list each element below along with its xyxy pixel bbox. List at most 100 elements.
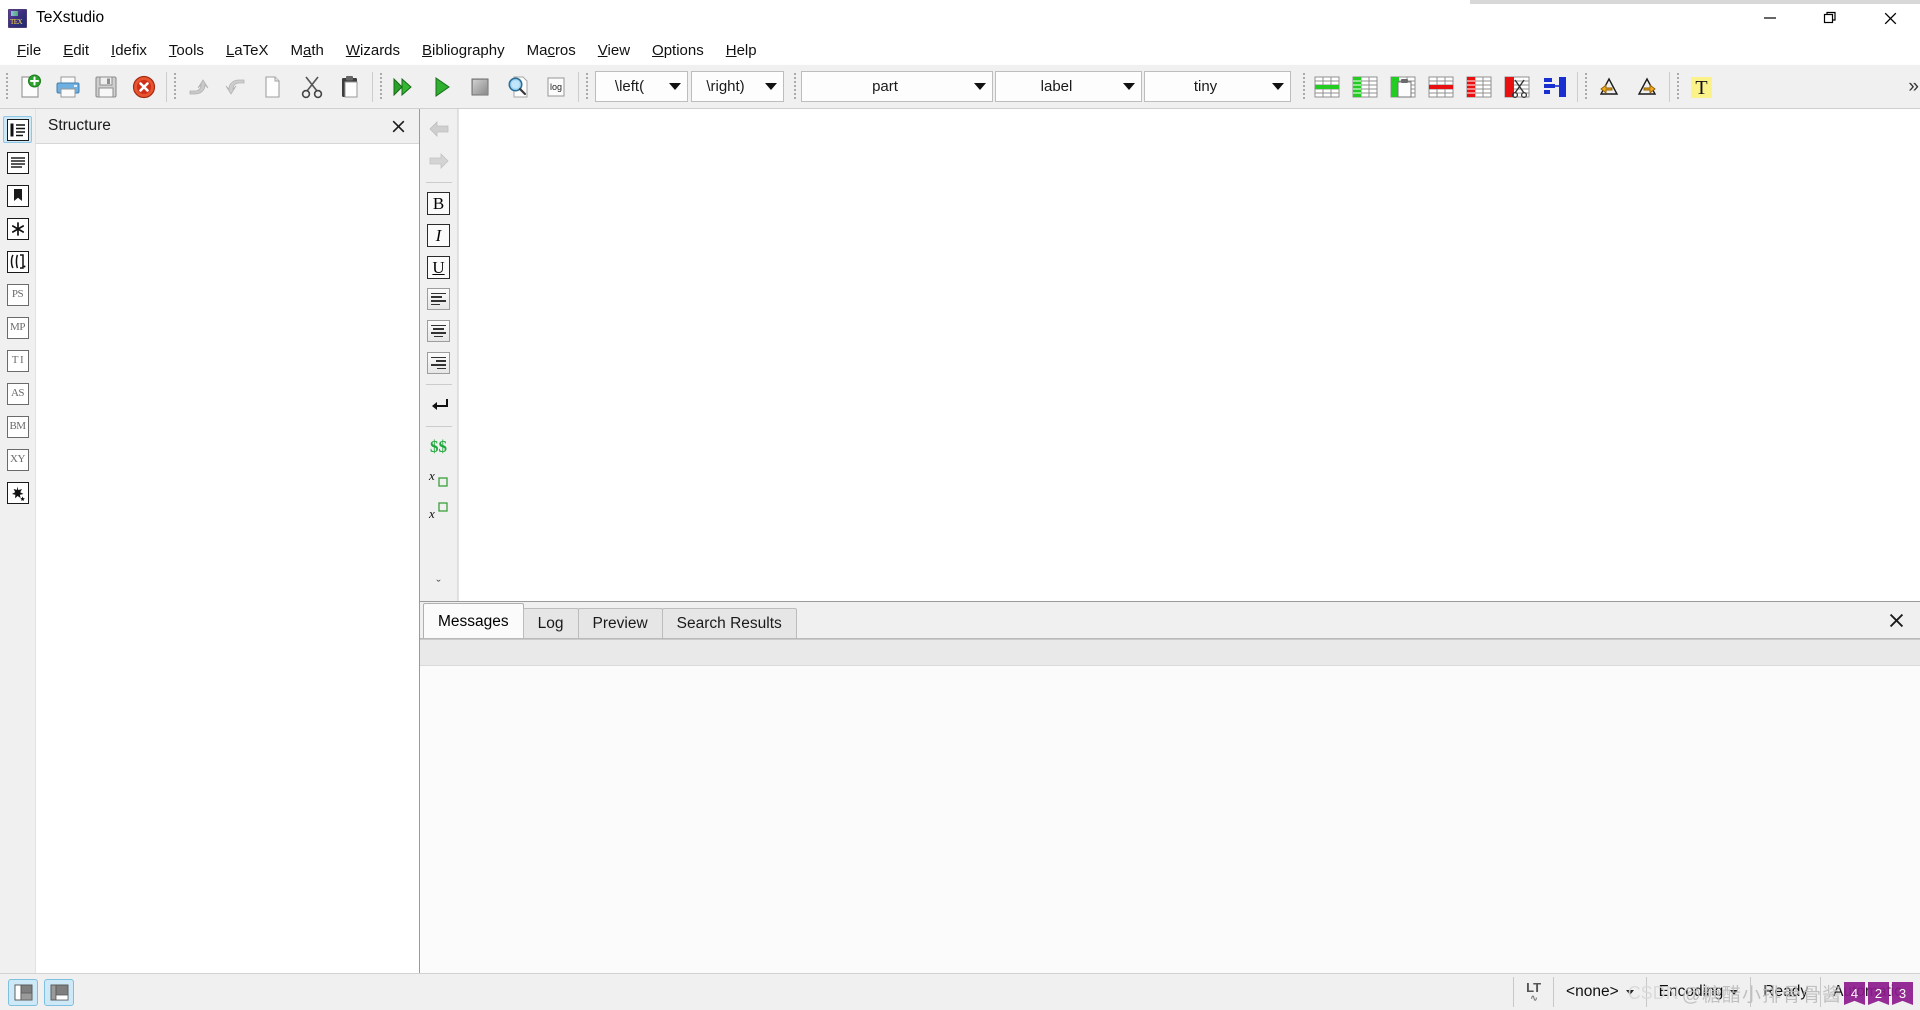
- menu-view[interactable]: View: [587, 39, 641, 62]
- paste-button[interactable]: [331, 68, 369, 106]
- menu-tools[interactable]: Tools: [158, 39, 215, 62]
- align-center-button[interactable]: [424, 316, 454, 346]
- toolbar-grip-math[interactable]: [582, 70, 591, 103]
- label-combo[interactable]: label: [995, 71, 1142, 102]
- sidebar-mp-symbols[interactable]: MP: [3, 314, 32, 341]
- chevron-down-icon[interactable]: [663, 83, 687, 90]
- right-bracket-combo[interactable]: \right): [691, 71, 784, 102]
- status-spellcheck-language[interactable]: <none>: [1553, 977, 1646, 1007]
- insert-table-row-button[interactable]: [1308, 68, 1346, 106]
- languagetool-wave: ∿: [1530, 993, 1537, 1003]
- menu-edit[interactable]: Edit: [52, 39, 100, 62]
- menu-idefix[interactable]: Idefix: [100, 39, 158, 62]
- sidebar-xy-symbols[interactable]: XY: [3, 446, 32, 473]
- menu-math[interactable]: Math: [279, 39, 334, 62]
- toolbar-overflow-button[interactable]: »: [1908, 76, 1918, 98]
- toolbar-grip-edit[interactable]: [170, 70, 179, 103]
- insert-newline-button[interactable]: [424, 390, 454, 420]
- toolbar-grip-struct[interactable]: [790, 70, 799, 103]
- message-panel-close-button[interactable]: [1887, 611, 1906, 635]
- menu-help[interactable]: Help: [715, 39, 768, 62]
- tab-preview[interactable]: Preview: [577, 608, 663, 639]
- sidebar-bookmarks-view[interactable]: [3, 182, 32, 209]
- underline-button[interactable]: U: [424, 252, 454, 282]
- toolbar-grip-delta[interactable]: [1581, 70, 1590, 103]
- sidebar-brackets-view[interactable]: [3, 248, 32, 275]
- menu-options[interactable]: Options: [641, 39, 715, 62]
- chevron-down-icon[interactable]: [968, 83, 992, 90]
- text-highlight-button[interactable]: T: [1682, 68, 1720, 106]
- toolbar-grip-table[interactable]: [1299, 70, 1308, 103]
- undo-button[interactable]: [179, 68, 217, 106]
- close-document-button[interactable]: [125, 68, 163, 106]
- restore-button[interactable]: [1800, 0, 1860, 36]
- sidebar-ti-symbols[interactable]: T I: [3, 347, 32, 374]
- section-level-combo[interactable]: part: [801, 71, 993, 102]
- sidebar-favorite-symbols[interactable]: [3, 479, 32, 506]
- redo-button[interactable]: [217, 68, 255, 106]
- close-button[interactable]: [1860, 0, 1920, 36]
- minimize-button[interactable]: [1740, 0, 1800, 36]
- save-button[interactable]: [87, 68, 125, 106]
- menu-file[interactable]: File: [6, 39, 52, 62]
- sidebar-ps-symbols[interactable]: PS: [3, 281, 32, 308]
- status-languagetool[interactable]: LT ∿: [1513, 977, 1553, 1007]
- toggle-structure-panel-button[interactable]: [8, 978, 38, 1006]
- editor-text-area[interactable]: [458, 109, 1920, 601]
- toolbar-grip-build[interactable]: [376, 70, 385, 103]
- align-right-button[interactable]: [424, 348, 454, 378]
- italic-button[interactable]: I: [424, 220, 454, 250]
- sidebar-text-lines-view[interactable]: [3, 149, 32, 176]
- section-level-combo-value: part: [872, 78, 898, 95]
- superscript-button[interactable]: x: [424, 496, 454, 526]
- sidebar-symbols-view[interactable]: [3, 215, 32, 242]
- cut-table-column-button[interactable]: [1498, 68, 1536, 106]
- bold-button[interactable]: B: [424, 188, 454, 218]
- subscript-button[interactable]: x: [424, 464, 454, 494]
- next-change-button[interactable]: [1628, 68, 1666, 106]
- copy-button[interactable]: [255, 68, 293, 106]
- build-and-view-button[interactable]: [385, 68, 423, 106]
- align-left-button[interactable]: [424, 284, 454, 314]
- insert-table-column-button[interactable]: [1346, 68, 1384, 106]
- menu-macros[interactable]: Macros: [516, 39, 587, 62]
- menu-latex[interactable]: LaTeX: [215, 39, 280, 62]
- tab-log[interactable]: Log: [522, 608, 579, 639]
- status-encoding[interactable]: Encoding: [1645, 977, 1751, 1007]
- previous-change-button[interactable]: [1590, 68, 1628, 106]
- font-size-combo[interactable]: tiny: [1144, 71, 1291, 102]
- view-log-button[interactable]: [499, 68, 537, 106]
- menu-bibliography[interactable]: Bibliography: [411, 39, 516, 62]
- cut-button[interactable]: [293, 68, 331, 106]
- toggle-message-panel-button[interactable]: [44, 978, 74, 1006]
- structure-panel-close-button[interactable]: [387, 115, 409, 137]
- tab-search-results[interactable]: Search Results: [661, 608, 797, 639]
- chevron-down-icon[interactable]: [1266, 83, 1290, 90]
- structure-tree[interactable]: [36, 143, 419, 973]
- paste-table-column-button[interactable]: [1384, 68, 1422, 106]
- remove-table-column-button[interactable]: [1460, 68, 1498, 106]
- inline-math-button[interactable]: $$: [424, 432, 454, 462]
- sidebar-bm-symbols[interactable]: BM: [3, 413, 32, 440]
- chevron-down-icon[interactable]: [1117, 83, 1141, 90]
- chevron-down-icon[interactable]: [759, 83, 783, 90]
- navigate-forward-button[interactable]: [424, 146, 454, 176]
- left-bracket-combo[interactable]: \left(: [595, 71, 688, 102]
- toolbar-grip[interactable]: [2, 70, 11, 103]
- navigate-back-button[interactable]: [424, 114, 454, 144]
- menu-wizards[interactable]: Wizards: [335, 39, 411, 62]
- log-button[interactable]: log: [537, 68, 575, 106]
- expand-format-toolbar-button[interactable]: ˇ: [424, 569, 454, 599]
- message-panel-content[interactable]: [420, 639, 1920, 973]
- toolbar-grip-highlight[interactable]: [1673, 70, 1682, 103]
- align-table-columns-button[interactable]: [1536, 68, 1574, 106]
- stop-button[interactable]: [461, 68, 499, 106]
- status-automatic[interactable]: Automatic: [1820, 977, 1914, 1007]
- sidebar-as-symbols[interactable]: AS: [3, 380, 32, 407]
- sidebar-structure-view[interactable]: [3, 116, 32, 143]
- tab-messages[interactable]: Messages: [423, 603, 524, 639]
- new-document-button[interactable]: [11, 68, 49, 106]
- compile-button[interactable]: [423, 68, 461, 106]
- remove-table-row-button[interactable]: [1422, 68, 1460, 106]
- print-button[interactable]: [49, 68, 87, 106]
